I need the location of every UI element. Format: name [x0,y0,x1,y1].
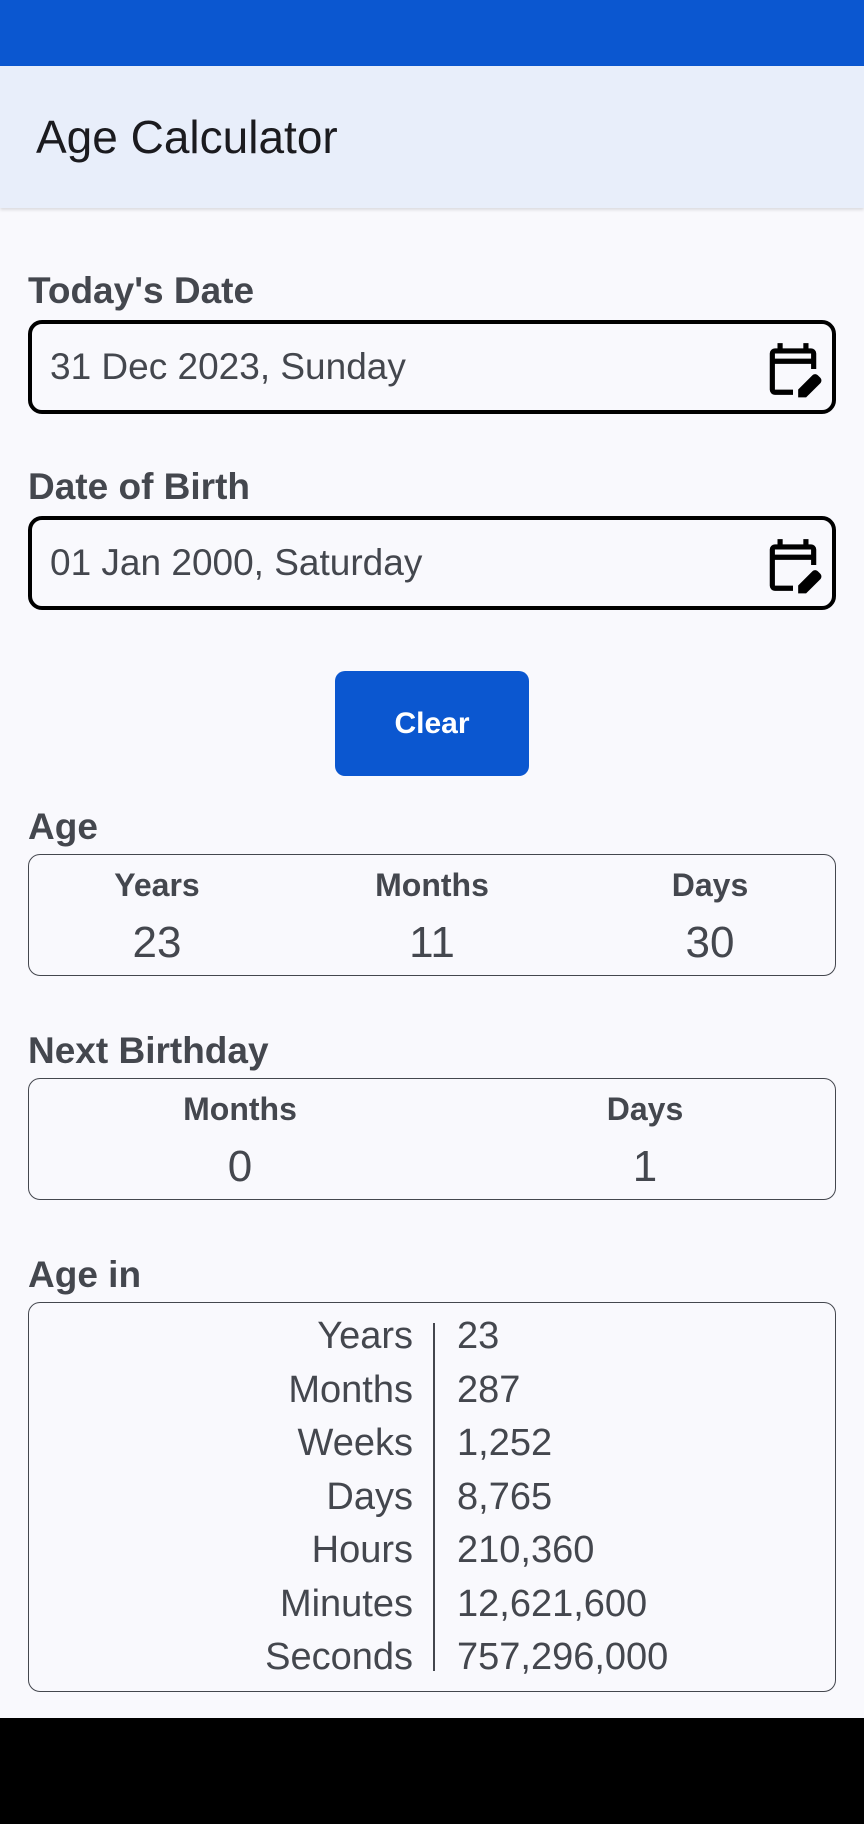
age-years: Years 23 [97,865,217,971]
next-birthday-months-label: Months [183,1091,297,1127]
age-in-value: 12,621,600 [457,1583,648,1625]
next-birthday-days-value: 1 [632,1142,658,1191]
app-title: Age Calculator [36,111,338,163]
age-in-row: Minutes 12,621,600 [29,1583,837,1637]
age-in-row: Seconds 757,296,000 [29,1636,837,1690]
calendar-edit-icon[interactable] [762,338,824,400]
next-birthday-months: Months 0 [155,1089,325,1195]
next-birthday-title: Next Birthday [28,1030,269,1071]
age-in-value: 1,252 [457,1422,553,1464]
clear-button[interactable]: Clear [335,671,529,776]
navigation-bar [0,1718,864,1824]
next-birthday-days: Days 1 [585,1089,705,1195]
calendar-edit-icon[interactable] [762,534,824,596]
next-birthday-card: Months 0 Days 1 [28,1078,836,1200]
date-of-birth-label: Date of Birth [28,466,250,507]
age-months-label: Months [375,867,489,903]
age-in-row: Years 23 [29,1315,837,1369]
age-in-value: 23 [457,1315,500,1357]
age-in-card: Years 23 Months 287 Weeks 1,252 Days 8,7… [28,1302,836,1692]
age-days-value: 30 [685,918,735,967]
age-days: Days 30 [650,865,770,971]
app-screen: Age Calculator Today's Date 31 Dec 2023,… [0,0,864,1824]
date-of-birth-field[interactable]: 01 Jan 2000, Saturday [28,516,836,610]
age-in-unit: Seconds [265,1636,413,1678]
age-in-value: 287 [457,1369,521,1411]
age-in-value: 210,360 [457,1529,595,1571]
age-in-title: Age in [28,1254,142,1295]
age-in-row: Weeks 1,252 [29,1422,837,1476]
age-in-row: Days 8,765 [29,1476,837,1530]
age-years-label: Years [114,867,200,903]
age-in-unit: Days [326,1476,413,1518]
age-in-unit: Hours [311,1529,413,1571]
age-in-value: 757,296,000 [457,1636,669,1678]
age-in-unit: Weeks [297,1422,413,1464]
status-bar [0,0,864,66]
age-in-row: Hours 210,360 [29,1529,837,1583]
age-card: Years 23 Months 11 Days 30 [28,854,836,976]
age-in-row: Months 287 [29,1369,837,1423]
age-in-value: 8,765 [457,1476,553,1518]
age-in-unit: Years [317,1315,413,1357]
age-months: Months 11 [347,865,517,971]
age-months-value: 11 [409,918,455,967]
todays-date-field[interactable]: 31 Dec 2023, Sunday [28,320,836,414]
todays-date-label: Today's Date [28,270,255,311]
todays-date-value: 31 Dec 2023, Sunday [50,346,406,387]
next-birthday-months-value: 0 [227,1142,253,1191]
age-days-label: Days [671,867,749,903]
app-bar: Age Calculator [0,66,864,208]
date-of-birth-value: 01 Jan 2000, Saturday [50,542,423,583]
age-years-value: 23 [132,918,182,967]
age-section-title: Age [28,806,98,847]
next-birthday-days-label: Days [606,1091,684,1127]
age-in-unit: Minutes [279,1583,413,1625]
age-in-unit: Months [288,1369,413,1411]
